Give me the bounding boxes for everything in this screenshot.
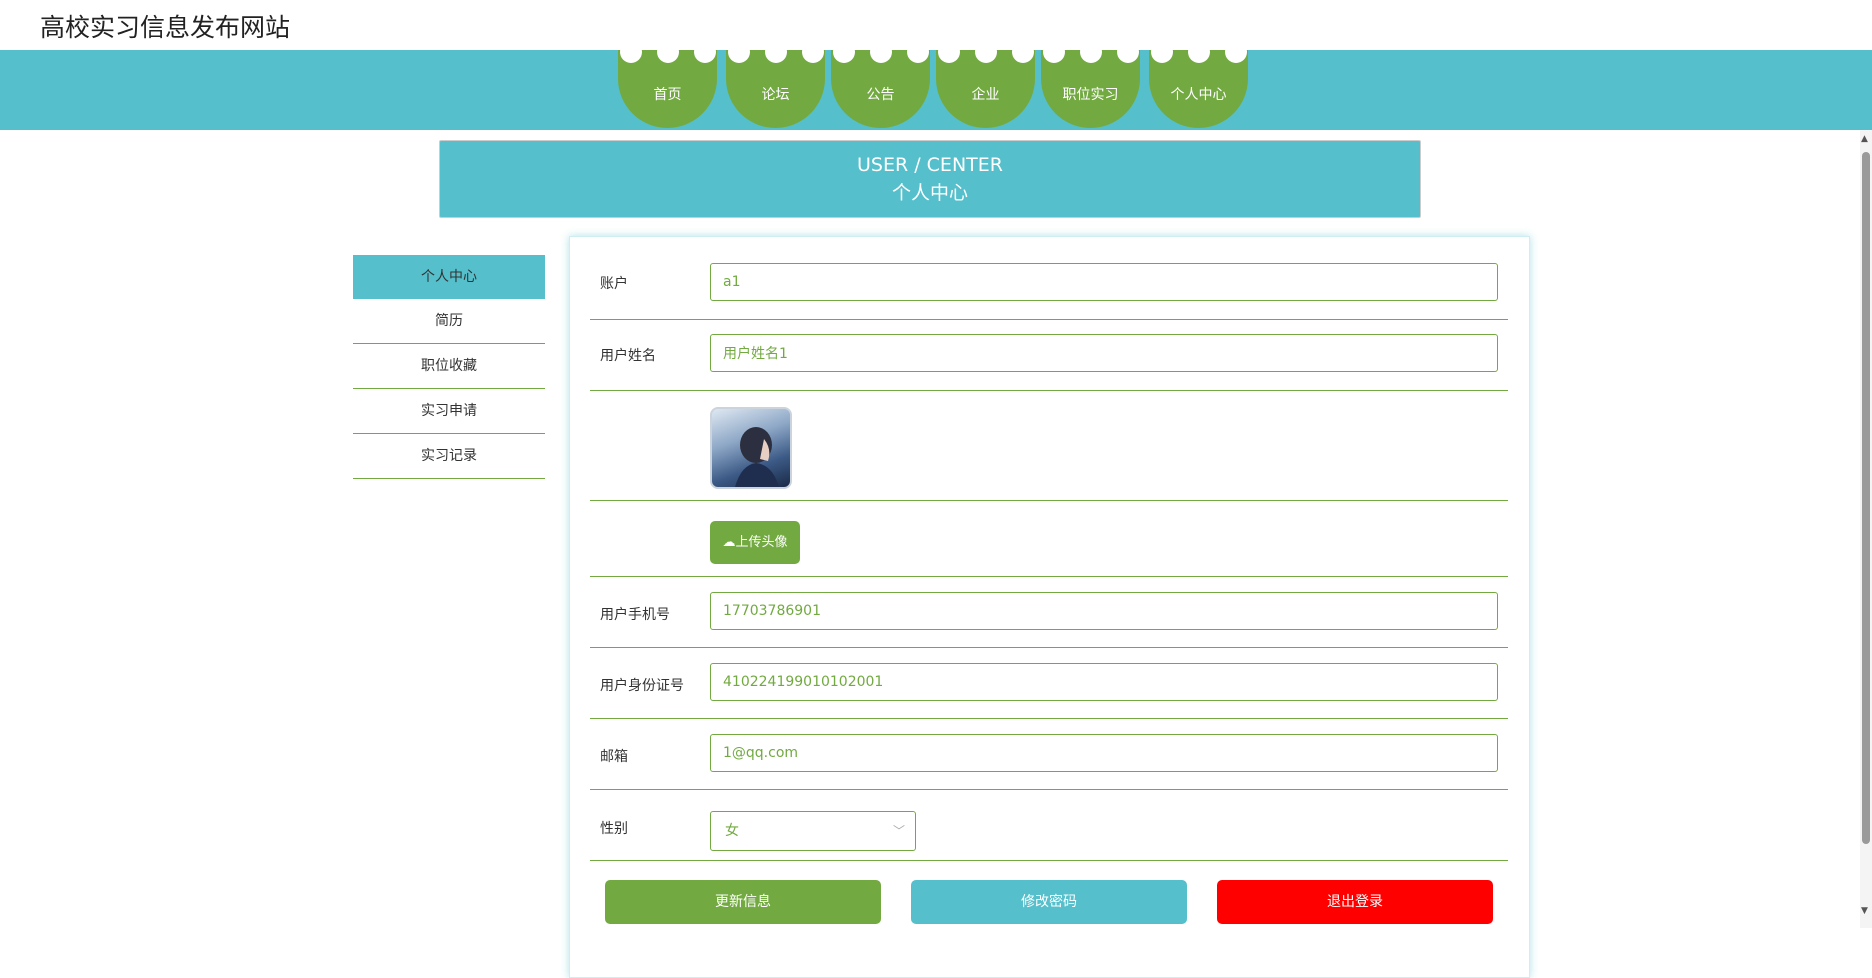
banner-title-cn: 个人中心 [891,182,968,204]
nav-item-label: 企业 [971,87,1000,103]
name-row: 用户姓名 [590,331,1508,391]
logout-button[interactable]: 退出登录 [1217,880,1493,924]
cloud-upload-icon: ☁ [722,535,736,550]
phone-label: 用户手机号 [600,607,670,623]
scroll-up-arrow-icon[interactable]: ▲ [1861,134,1868,144]
nav-item-label: 职位实习 [1062,87,1119,103]
sidebar-item-applications[interactable]: 实习申请 [353,389,545,434]
idcard-input[interactable] [710,663,1498,701]
avatar-row [590,391,1508,501]
page-banner: USER / CENTER 个人中心 [439,140,1421,218]
scrollbar-thumb[interactable] [1862,152,1870,844]
profile-form-panel: 账户 用户姓名 ☁上传头像 用户手机号 用户身份证号 邮箱 性别 女 [569,236,1530,978]
gender-row: 性别 女 ﹀ [590,790,1508,861]
sidebar-item-user-center[interactable]: 个人中心 [353,255,545,299]
avatar [710,407,792,489]
scroll-down-arrow-icon[interactable]: ▼ [1861,906,1868,916]
name-input[interactable] [710,334,1498,372]
email-row: 邮箱 [590,719,1508,790]
email-input[interactable] [710,734,1498,772]
update-info-button[interactable]: 更新信息 [605,880,881,924]
nav-item-label: 公告 [866,87,895,103]
idcard-row: 用户身份证号 [590,648,1508,719]
chevron-down-icon: ﹀ [892,824,905,838]
upload-row: ☁上传头像 [590,501,1508,577]
account-input[interactable] [710,263,1498,301]
site-title: 高校实习信息发布网站 [40,13,291,42]
gender-select[interactable]: 女 ﹀ [710,811,916,851]
gender-label: 性别 [600,821,628,837]
banner-title-en: USER / CENTER [857,154,1003,176]
nav-item-label: 个人中心 [1170,87,1227,103]
avatar-portrait-icon [735,427,779,487]
email-label: 邮箱 [600,749,628,765]
nav-item-label: 论坛 [761,87,790,103]
nav-item-label: 首页 [653,87,682,103]
sidebar-item-records[interactable]: 实习记录 [353,434,545,479]
phone-row: 用户手机号 [590,577,1508,648]
idcard-label: 用户身份证号 [600,678,684,694]
upload-avatar-label: 上传头像 [735,535,788,550]
gender-value: 女 [725,823,739,839]
account-row: 账户 [590,259,1508,320]
change-password-button[interactable]: 修改密码 [911,880,1187,924]
account-label: 账户 [600,276,628,292]
upload-avatar-button[interactable]: ☁上传头像 [710,521,800,564]
sidebar: 个人中心 简历 职位收藏 实习申请 实习记录 [353,255,545,479]
name-label: 用户姓名 [600,348,656,364]
sidebar-item-resume[interactable]: 简历 [353,299,545,344]
sidebar-item-favorites[interactable]: 职位收藏 [353,344,545,389]
scrollbar[interactable]: ▲ ▼ [1860,130,1872,928]
phone-input[interactable] [710,592,1498,630]
